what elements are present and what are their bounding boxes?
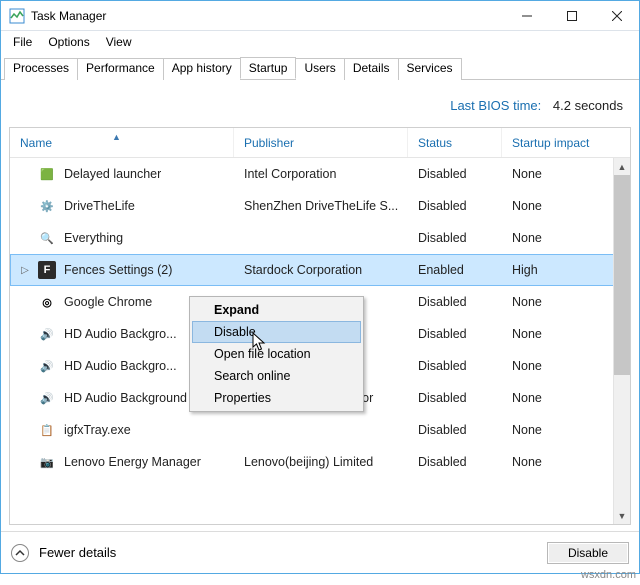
app-row-icon: 🔍 (38, 229, 56, 247)
app-row-icon: 🔊 (38, 389, 56, 407)
title-bar: Task Manager (1, 1, 639, 31)
tab-details[interactable]: Details (344, 58, 399, 80)
app-row-icon: ⚙️ (38, 197, 56, 215)
row-name: HD Audio Backgro... (64, 327, 177, 341)
menu-bar: File Options View (1, 31, 639, 53)
row-publisher (234, 222, 408, 254)
app-row-icon: 🔊 (38, 357, 56, 375)
sort-ascending-icon: ▲ (112, 132, 121, 142)
row-status: Disabled (408, 350, 502, 382)
maximize-button[interactable] (549, 2, 594, 30)
row-publisher: Lenovo(beijing) Limited (234, 446, 408, 478)
row-impact: None (502, 446, 612, 478)
menu-options[interactable]: Options (40, 34, 97, 50)
app-row-icon: ◎ (38, 293, 56, 311)
ctx-disable[interactable]: Disable (192, 321, 361, 343)
row-name: Fences Settings (2) (64, 263, 172, 277)
vertical-scrollbar[interactable]: ▲ ▼ (613, 158, 630, 524)
row-impact: None (502, 190, 612, 222)
row-status: Disabled (408, 446, 502, 478)
row-name: DriveTheLife (64, 199, 135, 213)
header-name[interactable]: Name ▲ (10, 128, 234, 157)
table-row[interactable]: 📋 igfxTray.exe DisabledNone (10, 414, 630, 446)
tab-performance[interactable]: Performance (77, 58, 164, 80)
row-publisher: Intel Corporation (234, 158, 408, 190)
app-row-icon: 📋 (38, 421, 56, 439)
chevron-up-icon[interactable] (11, 544, 29, 562)
app-icon (9, 8, 25, 24)
row-name: Google Chrome (64, 295, 152, 309)
row-status: Disabled (408, 318, 502, 350)
row-name: Everything (64, 231, 123, 245)
row-status: Disabled (408, 222, 502, 254)
scroll-thumb[interactable] (614, 175, 630, 375)
status-bar: Fewer details Disable (1, 531, 639, 573)
table-row[interactable]: 🟩 Delayed launcher Intel CorporationDisabl… (10, 158, 630, 190)
bios-time: Last BIOS time: 4.2 seconds (9, 86, 631, 127)
ctx-properties[interactable]: Properties (192, 387, 361, 409)
context-menu: Expand Disable Open file location Search… (189, 296, 364, 412)
row-impact: None (502, 318, 612, 350)
watermark: wsxdn.com (581, 569, 636, 581)
table-row[interactable]: ⚙️ DriveTheLife ShenZhen DriveTheLife S...… (10, 190, 630, 222)
menu-file[interactable]: File (5, 34, 40, 50)
row-name: HD Audio Backgro... (64, 359, 177, 373)
row-name: Lenovo Energy Manager (64, 455, 201, 469)
row-impact: None (502, 158, 612, 190)
row-status: Enabled (408, 254, 502, 286)
window-title: Task Manager (31, 9, 106, 23)
close-button[interactable] (594, 2, 639, 30)
row-publisher: Stardock Corporation (234, 254, 408, 286)
ctx-search-online[interactable]: Search online (192, 365, 361, 387)
menu-view[interactable]: View (98, 34, 140, 50)
tab-processes[interactable]: Processes (4, 58, 78, 80)
ctx-expand[interactable]: Expand (192, 299, 361, 321)
row-impact: None (502, 414, 612, 446)
row-status: Disabled (408, 158, 502, 190)
table-row[interactable]: 🔍 Everything DisabledNone (10, 222, 630, 254)
app-row-icon: 📷 (38, 453, 56, 471)
header-impact[interactable]: Startup impact (502, 128, 612, 157)
column-headers: Name ▲ Publisher Status Startup impact (10, 128, 630, 158)
row-status: Disabled (408, 382, 502, 414)
scroll-down-button[interactable]: ▼ (614, 507, 630, 524)
row-publisher: ShenZhen DriveTheLife S... (234, 190, 408, 222)
row-impact: None (502, 222, 612, 254)
fewer-details-link[interactable]: Fewer details (39, 545, 116, 560)
row-impact: None (502, 286, 612, 318)
header-publisher[interactable]: Publisher (234, 128, 408, 157)
row-status: Disabled (408, 286, 502, 318)
row-impact: High (502, 254, 612, 286)
tab-apphistory[interactable]: App history (163, 58, 241, 80)
header-name-label: Name (20, 136, 52, 150)
row-status: Disabled (408, 414, 502, 446)
row-status: Disabled (408, 190, 502, 222)
expand-icon[interactable]: ▷ (20, 265, 30, 276)
ctx-open-location[interactable]: Open file location (192, 343, 361, 365)
row-name: igfxTray.exe (64, 423, 131, 437)
table-row[interactable]: 📷 Lenovo Energy Manager Lenovo(beijing) Li… (10, 446, 630, 478)
tab-strip: Processes Performance App history Startu… (1, 53, 639, 80)
bios-value: 4.2 seconds (553, 98, 623, 113)
minimize-button[interactable] (504, 2, 549, 30)
row-name: Delayed launcher (64, 167, 161, 181)
tab-users[interactable]: Users (295, 58, 344, 80)
disable-button[interactable]: Disable (547, 542, 629, 564)
bios-label: Last BIOS time: (450, 98, 541, 113)
tab-startup[interactable]: Startup (240, 57, 297, 79)
row-impact: None (502, 350, 612, 382)
table-row[interactable]: ▷ F Fences Settings (2) Stardock Corporatio… (10, 254, 630, 286)
scroll-up-button[interactable]: ▲ (614, 158, 630, 175)
app-row-icon: 🟩 (38, 165, 56, 183)
app-row-icon: F (38, 261, 56, 279)
app-row-icon: 🔊 (38, 325, 56, 343)
row-impact: None (502, 382, 612, 414)
tab-services[interactable]: Services (398, 58, 462, 80)
row-publisher (234, 414, 408, 446)
header-status[interactable]: Status (408, 128, 502, 157)
